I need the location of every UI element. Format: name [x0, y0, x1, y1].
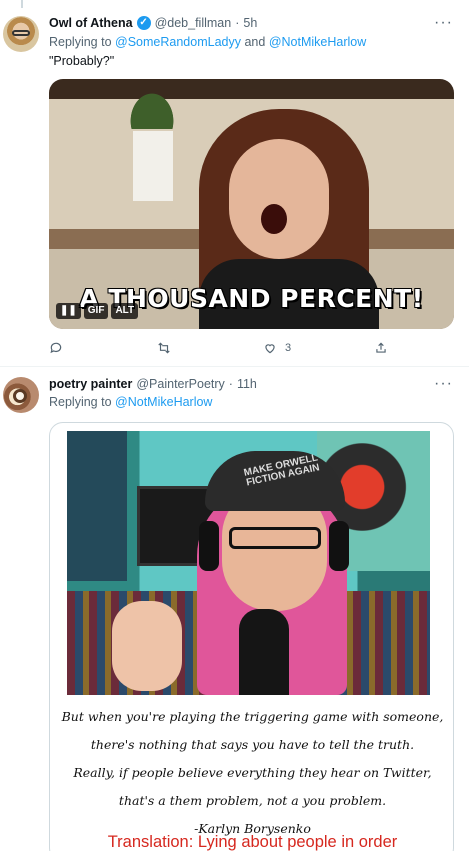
author-handle[interactable]: @PainterPoetry	[136, 377, 224, 391]
person-face	[229, 139, 329, 259]
more-options-icon[interactable]: ···	[434, 376, 453, 392]
replying-prefix: Replying to	[49, 395, 112, 409]
replying-to: Replying to @NotMikeHarlow	[49, 395, 212, 409]
mention-link[interactable]: @NotMikeHarlow	[115, 395, 212, 409]
pause-icon[interactable]: ❚❚	[56, 303, 81, 319]
replying-to: Replying to @SomeRandomLadyy and @NotMik…	[49, 35, 366, 49]
gif-controls: ❚❚ GIF ALT	[56, 303, 139, 319]
more-options-icon[interactable]: ···	[434, 15, 453, 31]
microphone	[239, 609, 289, 695]
headphone-right	[329, 521, 349, 571]
mention-link[interactable]: @SomeRandomLadyy	[115, 35, 241, 49]
retweet-icon	[158, 342, 170, 354]
separator-dot: ·	[235, 16, 240, 30]
wall-art-left	[67, 431, 127, 581]
translation-caption: Translation: Lying about people in order	[107, 833, 398, 851]
quote-line: Really, if people believe everything the…	[73, 765, 432, 780]
tweet-header: poetry painter @PainterPoetry · 11h	[49, 377, 257, 391]
tweet-1[interactable]: Owl of Athena ✓ @deb_fillman · 5h ··· Re…	[0, 0, 469, 367]
heart-icon	[265, 344, 275, 354]
gif-badge: GIF	[83, 303, 109, 319]
reply-icon	[50, 342, 62, 354]
timestamp[interactable]: 11h	[237, 377, 257, 391]
avatar[interactable]	[3, 377, 39, 413]
tweet-actions: 3	[49, 341, 409, 357]
quote-line: But when you're playing the triggering g…	[61, 709, 444, 724]
podcast-photo: MAKE ORWELL FICTION AGAIN	[67, 431, 430, 695]
replying-prefix: Replying to	[49, 35, 112, 49]
like-count: 3	[285, 342, 292, 354]
tweet-2[interactable]: poetry painter @PainterPoetry · 11h ··· …	[0, 367, 469, 851]
quote-line: there's nothing that says you have to te…	[90, 737, 415, 752]
author-handle[interactable]: @deb_fillman	[155, 16, 232, 30]
headphone-left	[199, 521, 219, 571]
timestamp[interactable]: 5h	[243, 16, 257, 30]
author-name[interactable]: Owl of Athena	[49, 16, 133, 30]
separator-dot: ·	[228, 377, 233, 391]
person-hand	[112, 601, 182, 691]
retweet-button[interactable]	[157, 341, 179, 355]
share-button[interactable]	[374, 341, 388, 355]
background-vase	[133, 131, 173, 201]
replying-and: and	[244, 35, 266, 49]
reply-button[interactable]	[49, 341, 71, 355]
verified-badge-icon: ✓	[136, 16, 151, 30]
avatar-magnifier	[13, 389, 27, 403]
author-name[interactable]: poetry painter	[49, 377, 132, 391]
share-icon	[376, 342, 386, 353]
like-button[interactable]: 3	[263, 341, 291, 355]
person-glasses	[229, 527, 321, 549]
tweet-text: "Probably?"	[49, 54, 115, 68]
image-media[interactable]: MAKE ORWELL FICTION AGAIN But when you'r…	[49, 422, 454, 851]
quote-text: But when you're playing the triggering g…	[50, 703, 453, 843]
quote-line: that's a them problem, not a you problem…	[118, 793, 387, 808]
mention-link[interactable]: @NotMikeHarlow	[269, 35, 366, 49]
avatar-glasses	[12, 30, 30, 36]
alt-badge[interactable]: ALT	[111, 303, 139, 319]
avatar[interactable]	[3, 16, 39, 52]
person-mouth	[261, 204, 287, 234]
tweet-header: Owl of Athena ✓ @deb_fillman · 5h	[49, 16, 257, 30]
background-plant	[127, 89, 177, 129]
gif-media[interactable]: A THOUSAND PERCENT! ❚❚ GIF ALT	[49, 79, 454, 329]
